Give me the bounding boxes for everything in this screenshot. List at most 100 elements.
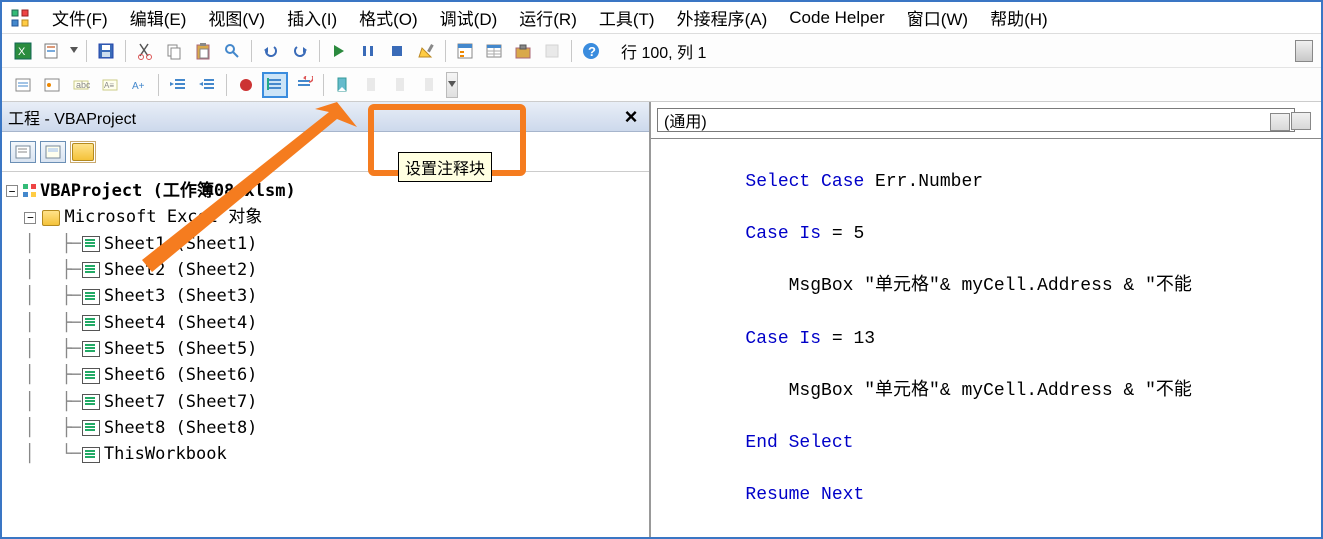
view-object-icon[interactable]: [40, 141, 66, 163]
menu-run[interactable]: 运行(R): [509, 3, 587, 32]
edit-toolbar: abc A≡ A+: [2, 68, 1321, 102]
separator: [571, 40, 572, 62]
object-browser-icon: [539, 38, 565, 64]
vba-app-icon: [10, 8, 30, 28]
separator: [226, 74, 227, 96]
design-mode-icon[interactable]: [413, 38, 439, 64]
worksheet-icon: [82, 341, 100, 357]
properties-icon[interactable]: [481, 38, 507, 64]
collapse-icon[interactable]: −: [24, 212, 36, 224]
worksheet-icon: [82, 420, 100, 436]
undo-icon[interactable]: [258, 38, 284, 64]
tree-root[interactable]: − VBAProject (工作簿08.xlsm): [6, 178, 645, 204]
menu-insert[interactable]: 插入(I): [277, 3, 347, 32]
tree-sheet-item[interactable]: │ ├─Sheet5 (Sheet5): [6, 336, 645, 362]
tree-workbook-item[interactable]: │ └─ThisWorkbook: [6, 441, 645, 467]
tree-folder-label: Microsoft Excel 对象: [64, 204, 262, 230]
close-icon[interactable]: ×: [619, 104, 643, 130]
list-properties-icon[interactable]: [10, 72, 36, 98]
project-panel-title: 工程 - VBAProject: [8, 105, 136, 129]
menu-tools[interactable]: 工具(T): [589, 3, 665, 32]
outdent-icon[interactable]: [194, 72, 220, 98]
project-panel-header: 工程 - VBAProject ×: [2, 102, 649, 132]
standard-toolbar: X ? 行 100, 列 1: [2, 34, 1321, 68]
parameter-info-icon[interactable]: A≡: [97, 72, 123, 98]
menu-edit[interactable]: 编辑(E): [120, 3, 197, 32]
clear-bookmarks-icon: [417, 72, 443, 98]
tree-folder-objects[interactable]: − Microsoft Excel 对象: [6, 204, 645, 230]
toolbox-icon[interactable]: [510, 38, 536, 64]
prev-bookmark-icon: [388, 72, 414, 98]
separator: [86, 40, 87, 62]
list-constants-icon[interactable]: [39, 72, 65, 98]
code-editor[interactable]: Select Case Err.Number Case Is = 5 MsgBo…: [651, 138, 1321, 537]
object-combo[interactable]: (通用): [657, 108, 1295, 132]
worksheet-icon: [82, 236, 100, 252]
uncomment-block-icon[interactable]: [291, 72, 317, 98]
tree-sheet-item[interactable]: │ ├─Sheet3 (Sheet3): [6, 283, 645, 309]
next-bookmark-icon: [359, 72, 385, 98]
toolbar-options-icon[interactable]: [446, 72, 458, 98]
separator: [445, 40, 446, 62]
separator: [323, 74, 324, 96]
code-panel: (通用) Select Case Err.Number Case Is = 5 …: [650, 102, 1321, 537]
complete-word-icon[interactable]: A+: [126, 72, 152, 98]
tooltip: 设置注释块: [398, 152, 492, 182]
indent-icon[interactable]: [165, 72, 191, 98]
worksheet-icon: [82, 368, 100, 384]
separator: [125, 40, 126, 62]
tree-sheet-item[interactable]: │ ├─Sheet8 (Sheet8): [6, 415, 645, 441]
worksheet-icon: [82, 262, 100, 278]
tree-sheet-item[interactable]: │ ├─Sheet7 (Sheet7): [6, 389, 645, 415]
project-explorer-panel: 工程 - VBAProject × − VBAProject (工作簿08.xl…: [2, 102, 650, 537]
project-panel-toolbar: [2, 132, 649, 172]
vba-project-icon: [22, 183, 40, 199]
svg-text:A≡: A≡: [104, 81, 114, 90]
view-code-icon[interactable]: [10, 141, 36, 163]
cut-icon[interactable]: [132, 38, 158, 64]
insert-module-icon[interactable]: [39, 38, 65, 64]
tree-sheet-item[interactable]: │ ├─Sheet6 (Sheet6): [6, 362, 645, 388]
tree-sheet-item[interactable]: │ ├─Sheet2 (Sheet2): [6, 257, 645, 283]
svg-text:X: X: [18, 46, 26, 58]
toolbar-overflow-icon[interactable]: [1295, 40, 1313, 62]
main-area: 工程 - VBAProject × − VBAProject (工作簿08.xl…: [2, 102, 1321, 537]
tree-root-label: VBAProject (工作簿08.xlsm): [40, 178, 296, 204]
code-combo-row: (通用): [651, 102, 1321, 138]
line-column-status: 行 100, 列 1: [613, 37, 714, 65]
menu-format[interactable]: 格式(O): [349, 3, 428, 32]
redo-icon[interactable]: [287, 38, 313, 64]
break-icon[interactable]: [355, 38, 381, 64]
reset-icon[interactable]: [384, 38, 410, 64]
toggle-bookmark-icon[interactable]: [330, 72, 356, 98]
svg-text:abc: abc: [76, 80, 90, 90]
project-tree[interactable]: − VBAProject (工作簿08.xlsm) − Microsoft Ex…: [2, 172, 649, 537]
svg-text:?: ?: [588, 44, 596, 59]
tree-sheet-item[interactable]: │ ├─Sheet4 (Sheet4): [6, 310, 645, 336]
worksheet-icon: [82, 289, 100, 305]
quick-info-icon[interactable]: abc: [68, 72, 94, 98]
paste-icon[interactable]: [190, 38, 216, 64]
tree-sheet-item[interactable]: │ ├─Sheet1 (Sheet1): [6, 231, 645, 257]
breakpoint-icon[interactable]: [233, 72, 259, 98]
toggle-folders-icon[interactable]: [70, 141, 96, 163]
excel-icon[interactable]: X: [10, 38, 36, 64]
menu-code-helper[interactable]: Code Helper: [779, 6, 894, 30]
help-icon[interactable]: ?: [578, 38, 604, 64]
dropdown-arrow-icon[interactable]: [68, 38, 80, 64]
workbook-icon: [82, 447, 100, 463]
project-explorer-icon[interactable]: [452, 38, 478, 64]
comment-block-button[interactable]: [262, 72, 288, 98]
menu-help[interactable]: 帮助(H): [980, 3, 1058, 32]
run-icon[interactable]: [326, 38, 352, 64]
collapse-icon[interactable]: −: [6, 185, 18, 197]
menu-view[interactable]: 视图(V): [198, 3, 275, 32]
save-icon[interactable]: [93, 38, 119, 64]
find-icon[interactable]: [219, 38, 245, 64]
menu-debug[interactable]: 调试(D): [430, 3, 508, 32]
menu-addins[interactable]: 外接程序(A): [667, 3, 778, 32]
copy-icon[interactable]: [161, 38, 187, 64]
menu-file[interactable]: 文件(F): [42, 3, 118, 32]
menu-window[interactable]: 窗口(W): [897, 3, 978, 32]
separator: [319, 40, 320, 62]
